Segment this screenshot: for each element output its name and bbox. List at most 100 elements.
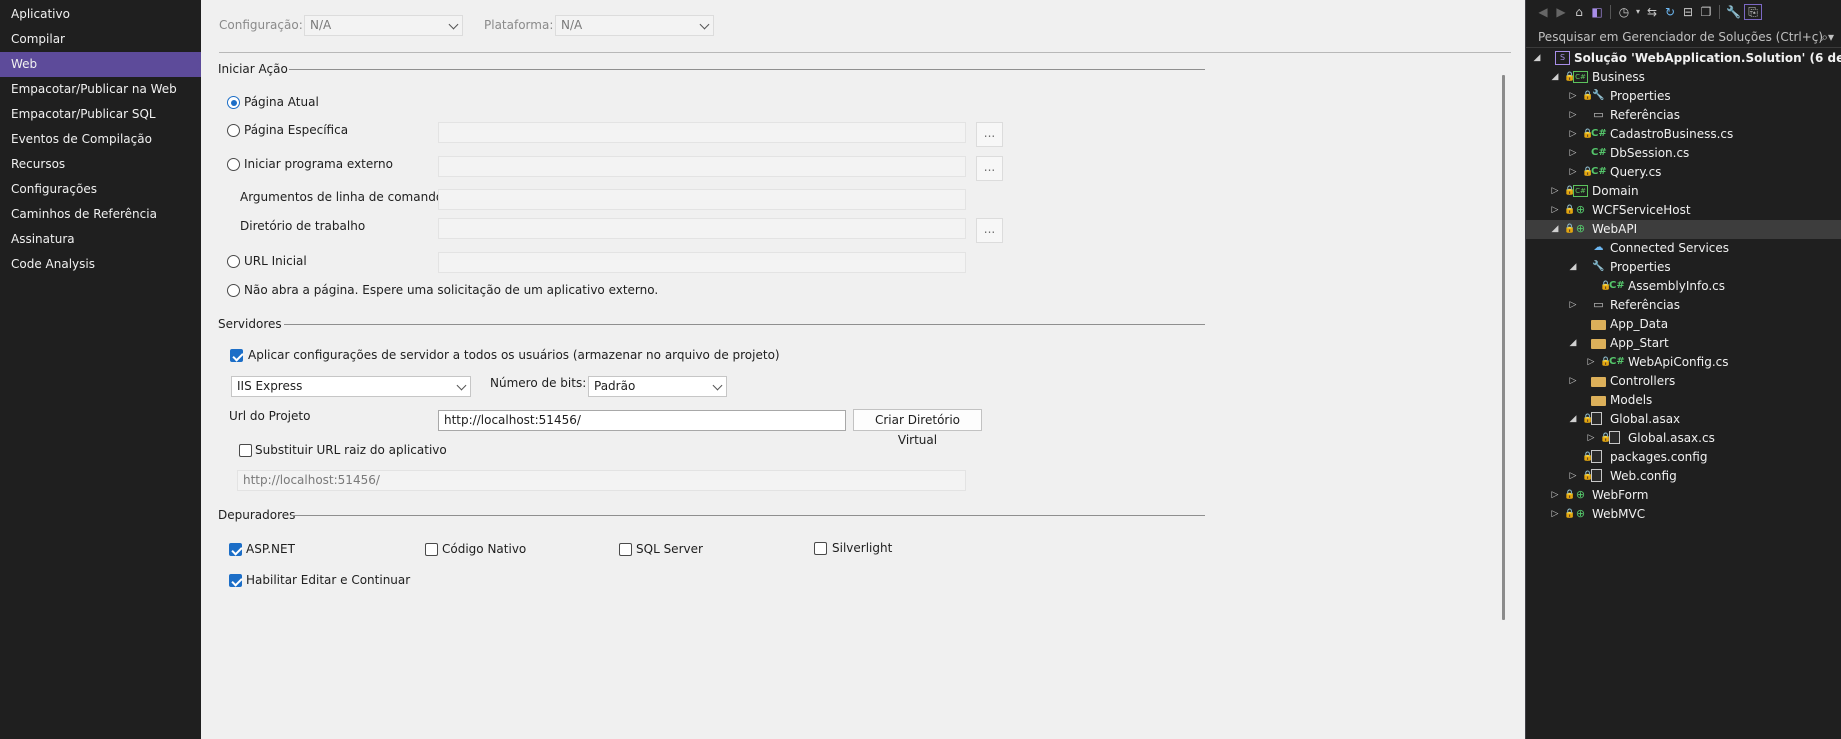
- tree-item[interactable]: ▷ ▭ Referências: [1526, 296, 1841, 315]
- project-url-input[interactable]: http://localhost:51456/: [438, 410, 846, 431]
- tree-item[interactable]: ◢ 🔒 ⊕ WebAPI: [1526, 220, 1841, 239]
- aspnet-checkbox[interactable]: [229, 543, 242, 556]
- tree-item[interactable]: App_Data: [1526, 315, 1841, 334]
- collapsed-arrow-icon[interactable]: ▷: [1568, 296, 1578, 315]
- tree-item[interactable]: ▷ 🔒 ⊕ WCFServiceHost: [1526, 201, 1841, 220]
- external-program-browse-button[interactable]: ...: [976, 156, 1003, 181]
- collapse-all-icon[interactable]: ⊟: [1681, 5, 1695, 19]
- nav-item-aplicativo[interactable]: Aplicativo: [0, 2, 201, 27]
- show-all-files-icon[interactable]: ❐: [1699, 5, 1713, 19]
- create-virtual-dir-button[interactable]: Criar Diretório Virtual: [853, 409, 982, 447]
- collapsed-arrow-icon[interactable]: ▷: [1586, 429, 1596, 448]
- tree-item[interactable]: ◢ App_Start: [1526, 334, 1841, 353]
- start-url-radio[interactable]: [227, 255, 240, 268]
- start-url-input[interactable]: [438, 252, 966, 273]
- expanded-arrow-icon[interactable]: ◢: [1532, 49, 1542, 68]
- working-dir-input[interactable]: [438, 218, 966, 239]
- tree-item[interactable]: ▷ ▭ Referências: [1526, 106, 1841, 125]
- nav-item-caminhos-referencia[interactable]: Caminhos de Referência: [0, 202, 201, 227]
- collapsed-arrow-icon[interactable]: ▷: [1568, 372, 1578, 391]
- collapsed-arrow-icon[interactable]: ▷: [1586, 353, 1596, 372]
- pending-changes-icon[interactable]: ◷: [1617, 5, 1631, 19]
- configuration-value: N/A: [310, 18, 332, 32]
- tree-item[interactable]: ▷ 🔒 Global.asax.cs: [1526, 429, 1841, 448]
- external-program-radio[interactable]: [227, 158, 240, 171]
- silverlight-checkbox[interactable]: [814, 542, 827, 555]
- working-dir-browse-button[interactable]: ...: [976, 218, 1003, 243]
- dont-open-radio[interactable]: [227, 284, 240, 297]
- nav-item-eventos-compilacao[interactable]: Eventos de Compilação: [0, 127, 201, 152]
- override-root-checkbox[interactable]: [239, 444, 252, 457]
- override-url-input[interactable]: http://localhost:51456/: [237, 470, 966, 491]
- current-page-radio[interactable]: [227, 96, 240, 109]
- tree-item[interactable]: ◢ S Solução 'WebApplication.Solution' (6 d…: [1526, 49, 1841, 68]
- tree-item[interactable]: ▷ 🔒 C# WebApiConfig.cs: [1526, 353, 1841, 372]
- tree-item[interactable]: ▷ C# DbSession.cs: [1526, 144, 1841, 163]
- tree-item[interactable]: 🔒 C# AssemblyInfo.cs: [1526, 277, 1841, 296]
- nav-item-empacotar-web[interactable]: Empacotar/Publicar na Web: [0, 77, 201, 102]
- sync-icon[interactable]: ⇆: [1645, 5, 1659, 19]
- tree-item[interactable]: ▷ 🔒 ⊕ WebMVC: [1526, 505, 1841, 524]
- native-checkbox[interactable]: [425, 543, 438, 556]
- collapsed-arrow-icon[interactable]: ▷: [1568, 467, 1578, 486]
- collapsed-arrow-icon[interactable]: ▷: [1550, 201, 1560, 220]
- apply-all-checkbox[interactable]: [230, 349, 243, 362]
- home-icon[interactable]: ⌂: [1572, 5, 1586, 19]
- tree-item[interactable]: Models: [1526, 391, 1841, 410]
- collapsed-arrow-icon[interactable]: ▷: [1568, 106, 1578, 125]
- collapsed-arrow-icon[interactable]: ▷: [1568, 125, 1578, 144]
- tree-item[interactable]: ▷ 🔒 C# Domain: [1526, 182, 1841, 201]
- tree-item[interactable]: ▷ 🔒 C# CadastroBusiness.cs: [1526, 125, 1841, 144]
- edit-continue-checkbox[interactable]: [229, 574, 242, 587]
- server-select[interactable]: IIS Express: [231, 376, 471, 397]
- collapsed-arrow-icon[interactable]: ▷: [1550, 182, 1560, 201]
- specific-page-radio[interactable]: [227, 124, 240, 137]
- properties-wrench-icon[interactable]: 🔧: [1726, 5, 1741, 19]
- tree-item[interactable]: 🔒 packages.config: [1526, 448, 1841, 467]
- chevron-down-icon[interactable]: ▾: [1631, 5, 1645, 19]
- back-icon[interactable]: ◀: [1536, 5, 1550, 19]
- page-scrollbar[interactable]: [1502, 75, 1505, 620]
- nav-item-recursos[interactable]: Recursos: [0, 152, 201, 177]
- tree-item[interactable]: ▷ 🔒 Web.config: [1526, 467, 1841, 486]
- platform-select[interactable]: N/A: [555, 15, 714, 36]
- chevron-down-icon: [456, 380, 467, 391]
- tree-item[interactable]: ◢ 🔒 Global.asax: [1526, 410, 1841, 429]
- tree-item[interactable]: ▷ Controllers: [1526, 372, 1841, 391]
- switch-views-icon[interactable]: ◧: [1590, 5, 1604, 19]
- tree-item[interactable]: ▷ 🔒 ⊕ WebForm: [1526, 486, 1841, 505]
- tree-item[interactable]: ▷ 🔒 C# Query.cs: [1526, 163, 1841, 182]
- refresh-icon[interactable]: ↻: [1663, 5, 1677, 19]
- tree-item[interactable]: ◢ 🔧 Properties: [1526, 258, 1841, 277]
- nav-item-assinatura[interactable]: Assinatura: [0, 227, 201, 252]
- collapsed-arrow-icon[interactable]: ▷: [1568, 144, 1578, 163]
- nav-item-empacotar-sql[interactable]: Empacotar/Publicar SQL: [0, 102, 201, 127]
- tree-item[interactable]: ☁ Connected Services: [1526, 239, 1841, 258]
- sql-checkbox[interactable]: [619, 543, 632, 556]
- tree-item[interactable]: ▷ 🔒 🔧 Properties: [1526, 87, 1841, 106]
- expanded-arrow-icon[interactable]: ◢: [1568, 410, 1578, 429]
- nav-item-compilar[interactable]: Compilar: [0, 27, 201, 52]
- collapsed-arrow-icon[interactable]: ▷: [1550, 486, 1560, 505]
- specific-page-input[interactable]: [438, 122, 966, 143]
- nav-item-configuracoes[interactable]: Configurações: [0, 177, 201, 202]
- forward-icon[interactable]: ▶: [1554, 5, 1568, 19]
- nav-item-web[interactable]: Web: [0, 52, 201, 77]
- collapsed-arrow-icon[interactable]: ▷: [1550, 505, 1560, 524]
- expanded-arrow-icon[interactable]: ◢: [1568, 334, 1578, 353]
- external-program-input[interactable]: [438, 156, 966, 177]
- solution-search-input[interactable]: Pesquisar em Gerenciador de Soluções (Ct…: [1526, 26, 1841, 48]
- nav-item-code-analysis[interactable]: Code Analysis: [0, 252, 201, 277]
- expanded-arrow-icon[interactable]: ◢: [1568, 258, 1578, 277]
- lock-icon: 🔒: [1600, 357, 1612, 367]
- tree-item[interactable]: ◢ 🔒 C# Business: [1526, 68, 1841, 87]
- preview-selected-icon[interactable]: ⎘: [1744, 4, 1762, 20]
- command-args-input[interactable]: [438, 189, 966, 210]
- specific-page-browse-button[interactable]: ...: [976, 122, 1003, 147]
- configuration-select[interactable]: N/A: [304, 15, 463, 36]
- expanded-arrow-icon[interactable]: ◢: [1550, 220, 1560, 239]
- expanded-arrow-icon[interactable]: ◢: [1550, 68, 1560, 87]
- collapsed-arrow-icon[interactable]: ▷: [1568, 163, 1578, 182]
- bitness-select[interactable]: Padrão: [588, 376, 727, 397]
- collapsed-arrow-icon[interactable]: ▷: [1568, 87, 1578, 106]
